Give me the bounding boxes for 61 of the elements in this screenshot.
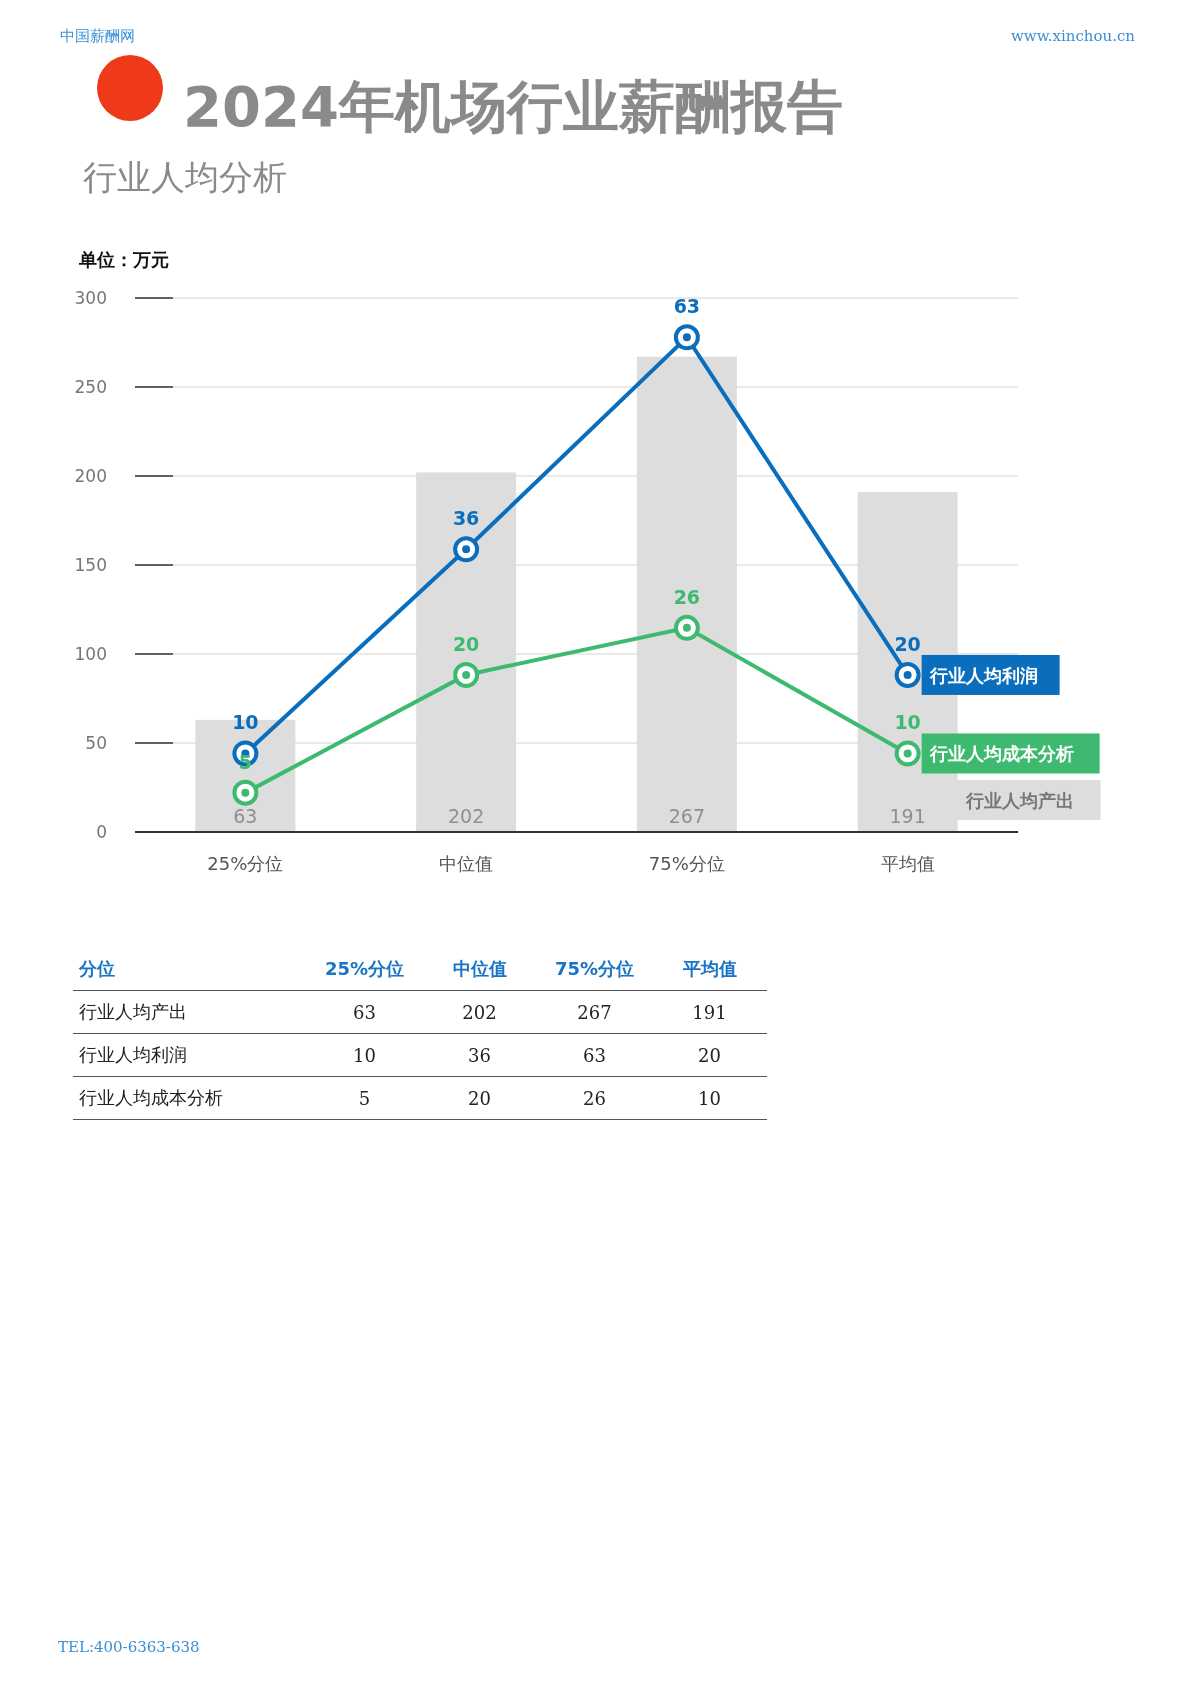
- category-label: 平均值: [880, 853, 935, 874]
- column-header: 分位: [73, 948, 307, 991]
- axis-tick-label: 250: [74, 377, 107, 397]
- table-cell: 63: [537, 1033, 652, 1077]
- data-value-label: 26: [673, 585, 701, 608]
- data-point: [232, 779, 259, 806]
- bar-value-label: 191: [889, 805, 926, 827]
- table-cell: 行业人均成本分析: [73, 1076, 307, 1120]
- data-point: [453, 536, 480, 563]
- data-value-label: 63: [673, 295, 701, 318]
- data-value-label: 10: [232, 711, 259, 734]
- table-cell: 267: [537, 990, 652, 1034]
- data-value-label: 36: [452, 507, 480, 530]
- data-point: [673, 614, 700, 641]
- data-point: [894, 740, 921, 767]
- table-cell: 191: [652, 990, 767, 1034]
- axis-tick-label: 300: [74, 288, 107, 308]
- category-label: 中位值: [439, 853, 494, 874]
- series-label: 行业人均成本分析: [921, 733, 1100, 774]
- data-value-label: 20: [894, 632, 921, 655]
- data-value-label: 20: [452, 632, 480, 655]
- data-point: [232, 740, 259, 767]
- table-cell: 行业人均利润: [73, 1033, 307, 1077]
- bar-value-label: 267: [668, 805, 705, 827]
- series-label: 行业人均产出: [964, 790, 1074, 811]
- report-title: 2024年机场行业薪酬报告: [183, 73, 843, 141]
- data-point: [673, 324, 700, 351]
- bar-value-label: 202: [448, 805, 485, 827]
- column-header: 25%分位: [307, 948, 422, 991]
- axis-tick-label: 200: [74, 466, 107, 486]
- axis-tick-label: 150: [74, 555, 107, 575]
- table-cell: 10: [307, 1033, 422, 1077]
- unit-label: 单位：万元: [79, 248, 170, 272]
- axis-tick-label: 100: [74, 644, 107, 664]
- table-cell: 202: [422, 990, 537, 1034]
- column-header: 中位值: [422, 948, 537, 991]
- category-label: 25%分位: [207, 853, 284, 874]
- data-value-label: 5: [238, 750, 252, 773]
- table-cell: 行业人均产出: [73, 990, 307, 1034]
- column-header: 75%分位: [537, 948, 652, 991]
- table-cell: 20: [422, 1076, 537, 1120]
- table-cell: 5: [307, 1076, 422, 1120]
- data-point: [453, 661, 480, 688]
- data-value-label: 10: [894, 711, 921, 734]
- legend-label: 行业人均产出: [955, 780, 1101, 820]
- footer-phone: TEL:400-6363-638: [58, 1638, 200, 1656]
- table-cell: 36: [422, 1033, 537, 1077]
- site-url: www.xinchou.cn: [1011, 26, 1135, 47]
- axis-tick-label: 0: [96, 822, 107, 842]
- series-label: 行业人均利润: [921, 654, 1060, 695]
- site-name: 中国薪酬网: [60, 26, 135, 47]
- column-header: 平均值: [652, 948, 767, 991]
- bar-value-label: 63: [233, 805, 258, 827]
- axis-tick-label: 50: [85, 733, 107, 753]
- table-cell: 63: [307, 990, 422, 1034]
- table-cell: 20: [652, 1033, 767, 1077]
- data-point: [894, 661, 921, 688]
- table-cell: 26: [537, 1076, 652, 1120]
- table-cell: 10: [652, 1076, 767, 1120]
- category-label: 75%分位: [648, 853, 725, 874]
- section-title: 行业人均分析: [83, 156, 288, 199]
